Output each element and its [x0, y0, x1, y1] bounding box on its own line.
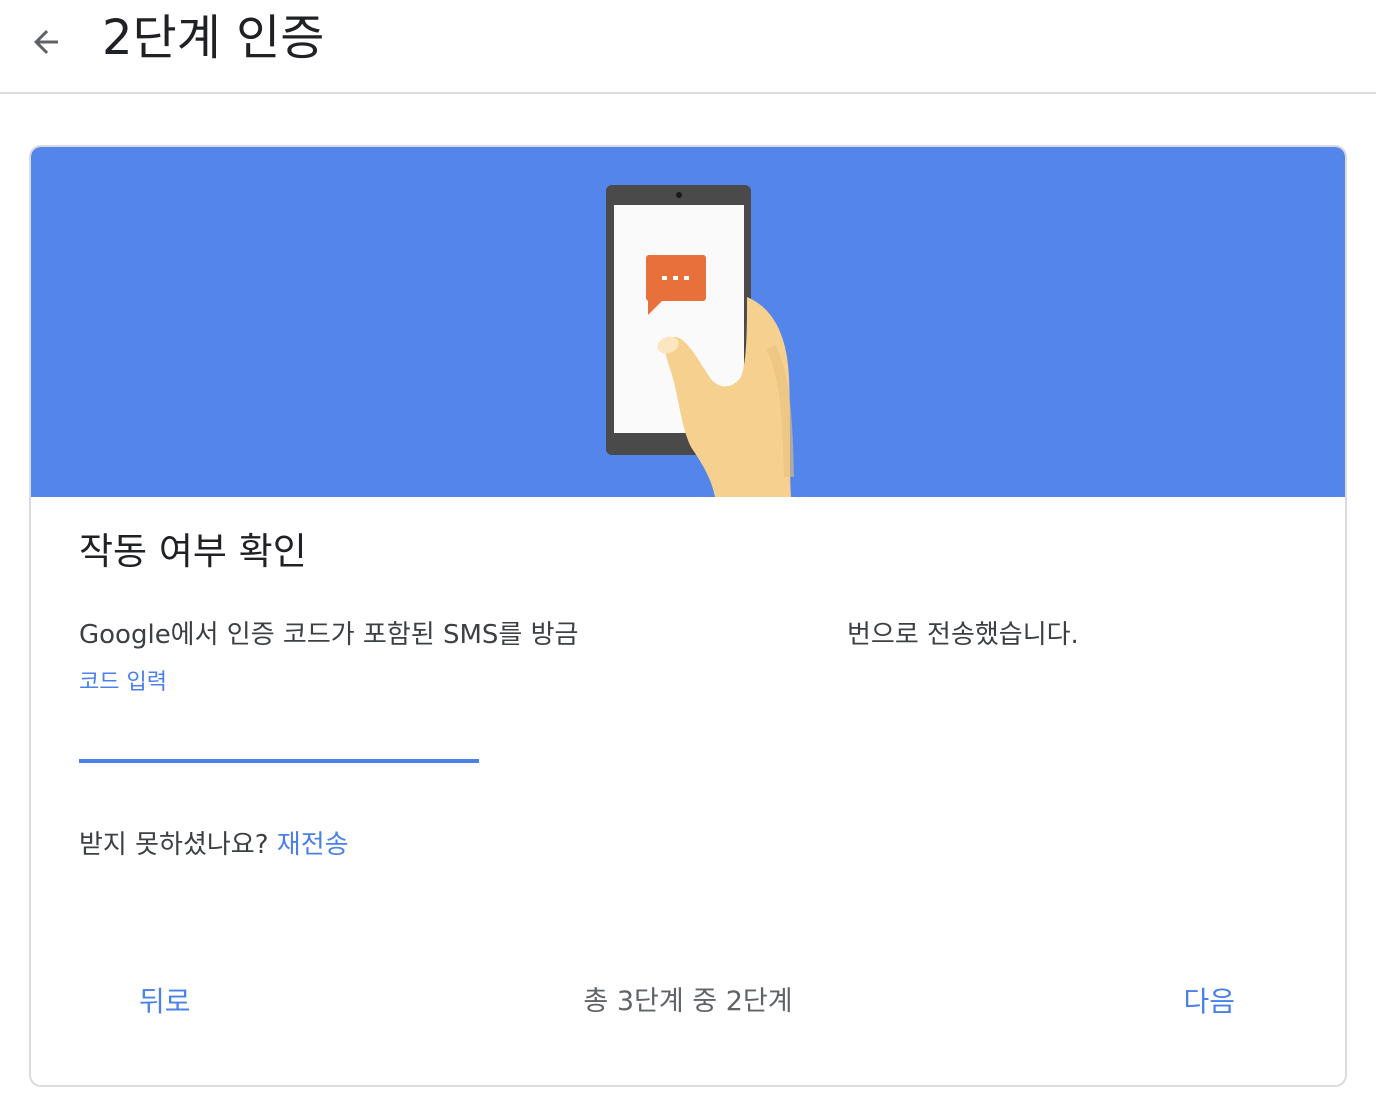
arrow-back-icon: [34, 30, 58, 54]
next-step-button[interactable]: 다음: [1183, 983, 1235, 1021]
page-title: 2단계 인증: [102, 10, 325, 66]
description-text-start: Google에서 인증 코드가 포함된 SMS를 방금: [79, 620, 579, 650]
hero-banner: [31, 147, 1345, 497]
back-button[interactable]: [24, 20, 68, 64]
step-indicator: 총 3단계 중 2단계: [583, 986, 793, 1017]
card-title: 작동 여부 확인: [79, 530, 307, 573]
resend-prompt: 받지 못하셨나요?: [79, 830, 269, 860]
description-text-end: 번으로 전송했습니다.: [847, 620, 1079, 650]
app-header: 2단계 인증: [0, 0, 1376, 94]
verification-code-input[interactable]: [79, 715, 479, 763]
resend-row: 받지 못하셨나요? 재전송: [79, 827, 349, 863]
code-input-label: 코드 입력: [79, 670, 167, 695]
resend-link[interactable]: 재전송: [277, 830, 349, 860]
phone-sms-illustration: [606, 185, 794, 497]
verification-card: 작동 여부 확인 Google에서 인증 코드가 포함된 SMS를 방금 번으로…: [29, 145, 1347, 1087]
